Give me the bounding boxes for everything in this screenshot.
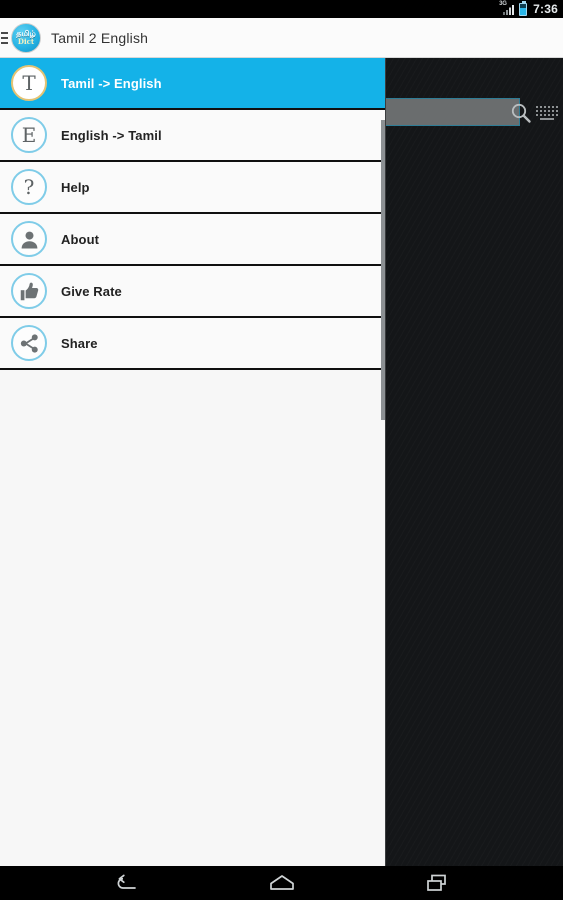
sidebar-item-label: Share [61,335,98,351]
keyboard-spacebar-row [540,117,554,121]
status-bar: 3G 7:36 [0,0,563,18]
letter-t-icon: T [11,65,47,101]
sidebar-item-help[interactable]: ? Help [0,162,385,214]
person-icon [11,221,47,257]
back-arrow-icon [117,874,136,889]
drawer-scrollbar[interactable] [381,120,385,420]
question-mark-glyph: ? [23,175,35,199]
person-glyph [21,231,37,248]
home-button[interactable] [260,868,304,898]
page-title: Tamil 2 English [51,29,149,46]
share-nodes-icon [11,325,47,361]
status-bar-icons: 3G 7:36 [499,0,558,16]
recent-apps-button[interactable] [416,868,460,898]
hamburger-line [1,31,8,34]
sidebar-item-share[interactable]: Share [0,318,385,370]
letter-e-glyph: E [21,123,37,147]
keyboard-button[interactable] [534,102,560,124]
signal-bars-glyph [503,5,515,15]
search-button[interactable] [507,98,535,128]
keyboard-icon [535,105,559,121]
sidebar-item-give-rate[interactable]: Give Rate [0,266,385,318]
hamburger-line [1,36,8,39]
battery-icon [519,0,528,16]
home-icon [269,875,294,890]
sidebar-item-label: About [61,231,100,247]
keyboard-row [535,105,559,109]
drawer-menu-list: T Tamil -> English E English -> Tamil ? … [0,58,385,370]
sidebar-item-about[interactable]: About [0,214,385,266]
sidebar-item-label: English -> Tamil [61,127,162,143]
app-logo-dict-text: Dict [17,37,35,46]
question-mark-icon: ? [11,169,47,205]
recent-apps-icon [426,874,446,891]
hamburger-line [1,41,8,44]
thumbs-up-glyph [20,282,38,300]
keyboard-row [535,109,559,113]
sidebar-item-label: Tamil -> English [61,75,162,91]
sidebar-item-label: Help [61,179,90,195]
back-button[interactable] [104,868,148,898]
sidebar-item-english-to-tamil[interactable]: E English -> Tamil [0,110,385,162]
letter-t-glyph: T [22,71,36,95]
system-navigation-bar [0,866,563,900]
device-screen: 3G 7:36 தமிழ் Dict Tamil 2 English T Tam… [0,0,563,900]
signal-bars-icon: 3G [499,1,515,16]
sidebar-item-tamil-to-english[interactable]: T Tamil -> English [0,58,385,110]
app-header-bar: தமிழ் Dict Tamil 2 English [0,18,563,58]
magnifier-icon [511,103,531,123]
hamburger-menu-icon[interactable] [0,18,9,58]
share-nodes-glyph [20,333,38,353]
navigation-drawer: T Tamil -> English E English -> Tamil ? … [0,58,386,866]
sidebar-item-label: Give Rate [61,283,122,299]
app-logo-icon: தமிழ் Dict [11,22,41,53]
clock-label: 7:36 [533,2,558,16]
keyboard-row [535,113,559,117]
thumbs-up-icon [11,273,47,309]
letter-e-icon: E [11,117,47,153]
